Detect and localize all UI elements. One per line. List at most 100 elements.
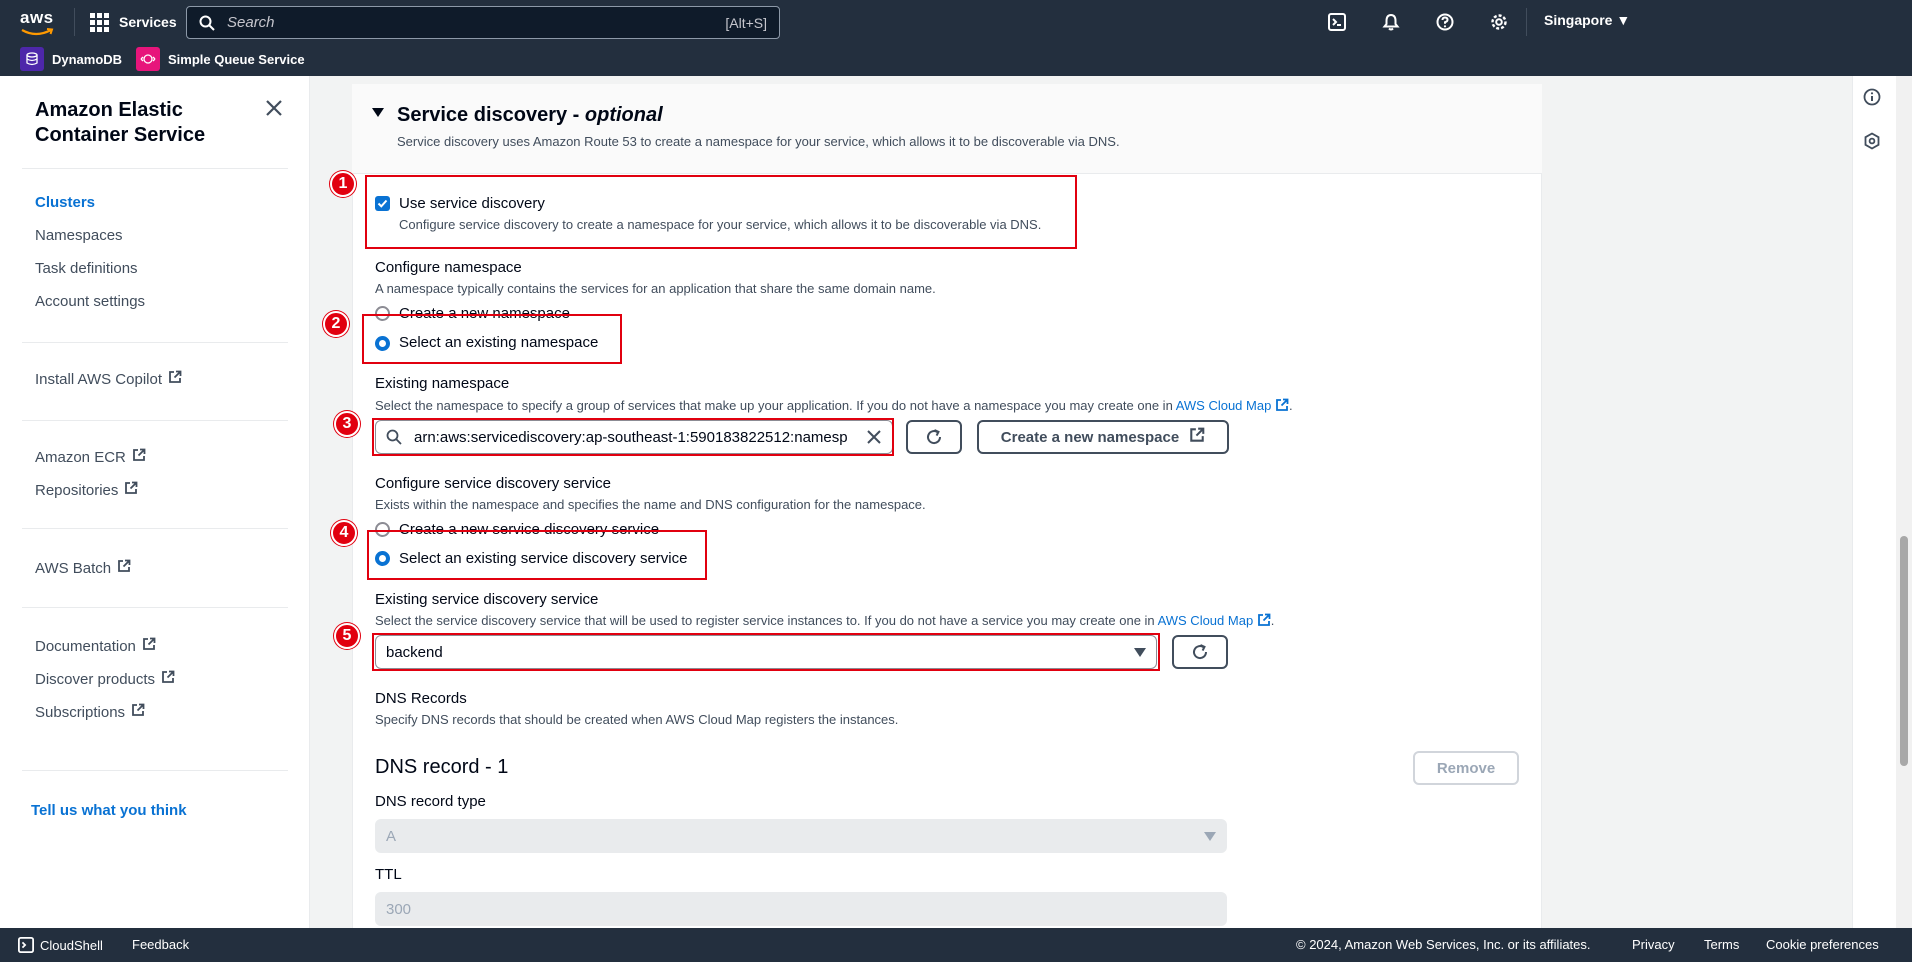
sidebar-item-label: Discover products (35, 670, 156, 688)
sidebar-item-label: Task definitions (35, 260, 138, 277)
help-icon[interactable] (1434, 11, 1456, 33)
existing-namespace-option-label[interactable]: Select an existing namespace (399, 334, 598, 351)
favorite-label: DynamoDB (52, 51, 123, 67)
step-marker-4: 4 (331, 520, 357, 546)
dns-record-type-select[interactable]: A (375, 819, 1227, 853)
dns-records-description: Specify DNS records that should be creat… (375, 712, 899, 727)
external-link-icon (131, 703, 145, 721)
aws-logo[interactable]: aws (20, 8, 56, 36)
favorite-sqs[interactable]: Simple Queue Service (136, 46, 305, 72)
aws-smile-icon (21, 28, 54, 36)
favorites-bar: DynamoDB Simple Queue Service (0, 46, 1912, 74)
use-service-discovery-label[interactable]: Use service discovery (399, 195, 545, 212)
refresh-sds-button[interactable] (1172, 635, 1228, 669)
copyright-text: © 2024, Amazon Web Services, Inc. or its… (1296, 937, 1591, 952)
nav-divider (1526, 8, 1527, 36)
nav-divider (74, 8, 75, 36)
create-new-namespace-button[interactable]: Create a new namespace (977, 420, 1229, 454)
external-link-icon (117, 559, 131, 577)
hexagon-settings-icon[interactable] (1863, 132, 1883, 152)
refresh-namespace-button[interactable] (906, 420, 962, 454)
external-link-icon (161, 670, 175, 688)
region-selector[interactable]: Singapore ▼ (1544, 12, 1630, 28)
existing-sds-select[interactable]: backend (375, 635, 1157, 669)
sidebar-item-documentation[interactable]: Documentation (35, 637, 156, 655)
divider (22, 770, 288, 771)
step-marker-3: 3 (334, 411, 360, 437)
step-marker-1: 1 (330, 171, 356, 197)
search-icon (199, 15, 215, 31)
create-sds-option-label[interactable]: Create a new service discovery service (399, 521, 659, 538)
sidebar-item-subscriptions[interactable]: Subscriptions (35, 703, 145, 721)
expand-caret-icon[interactable] (372, 108, 384, 117)
cloudshell-label: CloudShell (40, 937, 103, 953)
terms-link[interactable]: Terms (1704, 937, 1739, 952)
cookie-preferences-link[interactable]: Cookie preferences (1766, 937, 1879, 952)
dns-record-type-label: DNS record type (375, 793, 486, 810)
aws-logo-text: aws (20, 8, 54, 27)
refresh-icon (927, 429, 942, 445)
radio-create-sds[interactable] (375, 522, 390, 537)
services-menu-button[interactable]: Services (90, 10, 177, 34)
existing-namespace-field[interactable] (375, 420, 893, 454)
existing-sds-description-text: Select the service discovery service tha… (375, 613, 1158, 628)
sidebar-item-amazon-ecr[interactable]: Amazon ECR (35, 448, 146, 466)
sidebar-item-task-definitions[interactable]: Task definitions (35, 260, 138, 277)
scrollbar-thumb[interactable] (1900, 536, 1908, 766)
external-link-icon (1189, 427, 1205, 447)
radio-existing-sds[interactable] (375, 551, 390, 566)
configure-namespace-label: Configure namespace (375, 259, 522, 276)
settings-gear-icon[interactable] (1488, 11, 1510, 33)
privacy-link[interactable]: Privacy (1632, 937, 1675, 952)
radio-existing-namespace[interactable] (375, 336, 390, 351)
sidebar-item-repositories[interactable]: Repositories (35, 481, 138, 499)
top-nav-primary-row: aws Services [Alt+S] (0, 0, 1912, 44)
sidebar-item-aws-batch[interactable]: AWS Batch (35, 559, 131, 577)
radio-create-namespace[interactable] (375, 306, 390, 321)
dns-records-label: DNS Records (375, 690, 467, 707)
aws-cloud-map-link[interactable]: AWS Cloud Map (1158, 613, 1254, 628)
external-link-icon (168, 370, 182, 388)
sidebar-item-label: Amazon ECR (35, 448, 126, 466)
external-link-icon (124, 481, 138, 499)
sidebar-item-namespaces[interactable]: Namespaces (35, 227, 123, 244)
sidebar-item-account-settings[interactable]: Account settings (35, 293, 145, 310)
clear-input-icon[interactable] (866, 429, 882, 445)
services-label: Services (119, 14, 177, 30)
search-icon (386, 429, 402, 445)
vertical-scrollbar[interactable] (1896, 76, 1912, 928)
footer-feedback-link[interactable]: Feedback (132, 937, 189, 952)
configure-sds-description: Exists within the namespace and specifie… (375, 497, 926, 512)
remove-label: Remove (1436, 759, 1496, 777)
sidebar-item-install-copilot[interactable]: Install AWS Copilot (35, 370, 182, 388)
search-bar[interactable]: [Alt+S] (186, 6, 780, 39)
checkmark-icon (377, 199, 388, 208)
refresh-icon (1193, 644, 1208, 660)
search-input[interactable] (225, 13, 726, 32)
aws-cloud-map-link[interactable]: AWS Cloud Map (1176, 398, 1272, 413)
configure-sds-label: Configure service discovery service (375, 475, 611, 492)
use-service-discovery-checkbox[interactable] (375, 196, 390, 211)
create-namespace-option-label[interactable]: Create a new namespace (399, 305, 570, 322)
section-title-text: Service discovery - (397, 104, 585, 126)
favorite-label: Simple Queue Service (168, 51, 305, 67)
divider (22, 168, 288, 169)
cloudshell-icon[interactable] (1326, 11, 1348, 33)
existing-namespace-description-text: Select the namespace to specify a group … (375, 398, 1176, 413)
feedback-link[interactable]: Tell us what you think (31, 802, 187, 819)
sidebar-item-discover-products[interactable]: Discover products (35, 670, 175, 688)
favorite-dynamodb[interactable]: DynamoDB (20, 46, 122, 72)
ttl-input[interactable]: 300 (375, 892, 1227, 926)
right-utility-rail (1852, 76, 1892, 928)
existing-sds-option-label[interactable]: Select an existing service discovery ser… (399, 550, 687, 567)
remove-dns-record-button[interactable]: Remove (1413, 751, 1519, 785)
info-icon[interactable] (1863, 88, 1883, 108)
notifications-bell-icon[interactable] (1380, 11, 1402, 33)
close-sidebar-icon[interactable] (264, 98, 288, 122)
sqs-icon (136, 47, 160, 71)
section-title-optional: optional (584, 104, 663, 126)
cloudshell-footer-button[interactable]: CloudShell (18, 937, 103, 953)
dynamodb-icon (20, 47, 44, 71)
existing-namespace-input[interactable] (412, 427, 866, 447)
sidebar-item-clusters[interactable]: Clusters (35, 194, 95, 211)
